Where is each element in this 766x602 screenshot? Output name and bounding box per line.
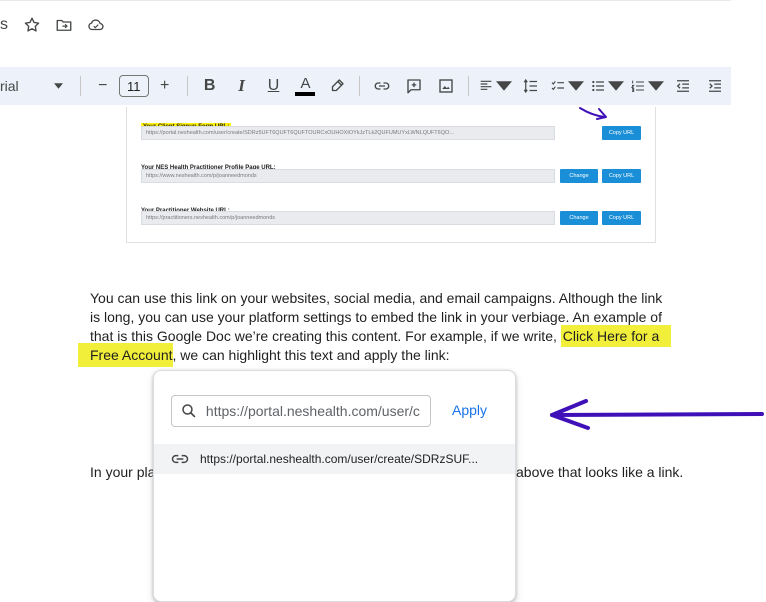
docs-title-bar: s	[0, 0, 731, 59]
highlight-pen-icon[interactable]	[324, 73, 350, 99]
toolbar-divider	[186, 76, 188, 96]
change-button: Change	[560, 211, 598, 225]
cloud-status-icon[interactable]	[86, 15, 106, 35]
paragraph-text: , we can highlight this text and apply t…	[172, 347, 450, 363]
profile-url-field: https://www.neshealth.com/p/joanneedmond…	[141, 169, 555, 183]
font-family-select[interactable]: rial	[0, 78, 40, 94]
link-input-value[interactable]: https://portal.neshealth.com/user/c	[206, 403, 430, 419]
search-icon	[182, 404, 196, 418]
toolbar-divider	[79, 76, 81, 96]
formatting-toolbar: rial − 11 + B I U A	[0, 67, 731, 105]
link-suggestion-item[interactable]: https://portal.neshealth.com/user/create…	[154, 444, 515, 474]
bold-button[interactable]: B	[197, 73, 223, 99]
toolbar-divider	[468, 76, 470, 96]
text-color-label: A	[300, 74, 311, 92]
link-search-input[interactable]: https://portal.neshealth.com/user/c	[171, 395, 431, 427]
numbered-list-icon[interactable]	[630, 73, 665, 99]
document-paragraph-right[interactable]: above that looks like a link.	[516, 463, 683, 482]
underline-button[interactable]: U	[261, 73, 287, 99]
move-to-folder-icon[interactable]	[54, 15, 74, 35]
italic-button[interactable]: I	[229, 73, 255, 99]
copy-url-button: Copy URL	[602, 169, 641, 183]
toolbar-divider	[359, 76, 361, 96]
increase-indent-icon[interactable]	[702, 73, 728, 99]
website-url-field: https://practitioners.neshealth.com/p/jo…	[141, 211, 555, 225]
font-size-input[interactable]: 11	[118, 75, 149, 97]
insert-link-popup: https://portal.neshealth.com/user/c Appl…	[153, 370, 516, 602]
embedded-settings-screenshot: Your Client Signup Form URL: https://por…	[126, 107, 656, 243]
document-title-fragment[interactable]: s	[0, 16, 8, 34]
decrease-font-size-button[interactable]: −	[90, 73, 116, 99]
increase-font-size-button[interactable]: +	[152, 73, 178, 99]
link-suggestion-url: https://portal.neshealth.com/user/create…	[200, 452, 479, 466]
apply-button[interactable]: Apply	[452, 402, 487, 418]
bulleted-list-icon[interactable]	[590, 73, 625, 99]
add-comment-icon[interactable]	[401, 73, 427, 99]
line-spacing-icon[interactable]	[518, 73, 544, 99]
large-annotation-arrow-icon	[550, 399, 764, 430]
paragraph-line: Free Account, we can highlight this text…	[78, 343, 671, 367]
paragraph-text: that is this Google Doc we’re creating t…	[90, 328, 561, 344]
change-button: Change	[560, 169, 598, 183]
chevron-down-icon[interactable]	[52, 76, 66, 96]
text-color-button[interactable]: A	[293, 73, 319, 99]
insert-image-icon[interactable]	[433, 73, 459, 99]
insert-link-icon[interactable]	[369, 73, 395, 99]
copy-url-button: Copy URL	[602, 211, 641, 225]
highlighted-link-text[interactable]: Free Account	[78, 343, 173, 367]
title-row: s	[0, 13, 118, 37]
small-annotation-arrow-icon	[579, 107, 607, 120]
star-icon[interactable]	[22, 15, 42, 35]
decrease-indent-icon[interactable]	[670, 73, 696, 99]
copy-url-button: Copy URL	[602, 126, 641, 140]
signup-url-field: https://portal.neshealth.com/user/create…	[141, 126, 555, 140]
paragraph-line: that is this Google Doc we’re creating t…	[90, 325, 672, 347]
link-icon	[171, 454, 189, 464]
highlighted-link-text[interactable]: Click Here for a	[560, 325, 672, 347]
checklist-icon[interactable]	[550, 73, 585, 99]
paragraph-line: You can use this link on your websites, …	[90, 290, 663, 306]
text-color-swatch	[295, 91, 316, 96]
align-left-icon[interactable]	[478, 73, 513, 99]
document-paragraph[interactable]: You can use this link on your websites, …	[78, 289, 672, 367]
document-paragraph-left[interactable]: In your pla	[90, 463, 155, 482]
